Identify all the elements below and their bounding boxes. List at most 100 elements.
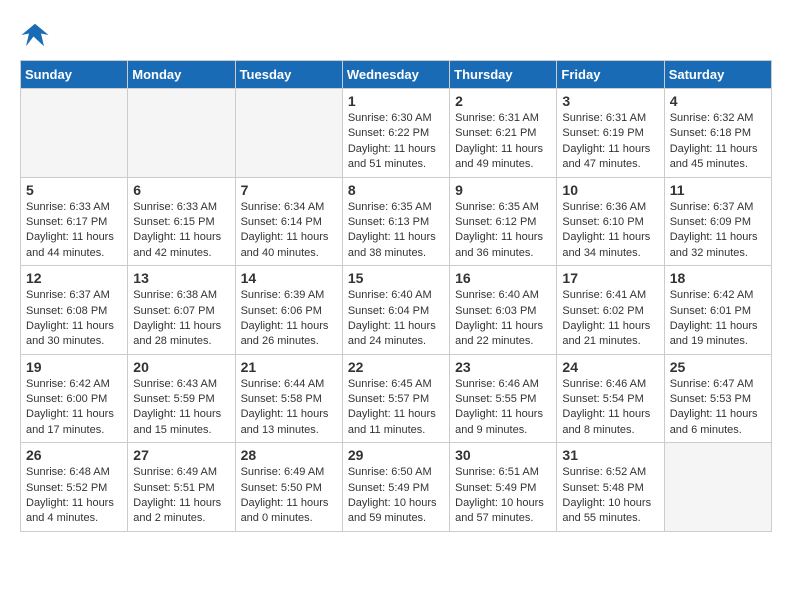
- day-number: 2: [455, 93, 551, 109]
- day-number: 19: [26, 359, 122, 375]
- day-number: 10: [562, 182, 658, 198]
- calendar-cell: [128, 89, 235, 178]
- calendar-cell: 3Sunrise: 6:31 AM Sunset: 6:19 PM Daylig…: [557, 89, 664, 178]
- day-number: 1: [348, 93, 444, 109]
- day-number: 25: [670, 359, 766, 375]
- calendar-cell: 1 Sunrise: 6:30 AM Sunset: 6:22 PM Daylig…: [342, 89, 449, 178]
- calendar-cell: 31Sunrise: 6:52 AM Sunset: 5:48 PM Dayli…: [557, 443, 664, 532]
- day-info: Sunrise: 6:52 AM Sunset: 5:48 PM Dayligh…: [562, 465, 658, 527]
- day-number: 6: [133, 182, 229, 198]
- day-number: 16: [455, 270, 551, 286]
- day-number: 9: [455, 182, 551, 198]
- calendar-cell: 4 Sunrise: 6:32 AM Sunset: 6:18 PM Daylig…: [664, 89, 771, 178]
- calendar-cell: 9 Sunrise: 6:35 AM Sunset: 6:12 PM Daylig…: [450, 177, 557, 266]
- calendar-cell: 15 Sunrise: 6:40 AM Sunset: 6:04 PM Dayli…: [342, 266, 449, 355]
- day-info: Sunrise: 6:37 AM Sunset: 6:09 PM Dayligh…: [670, 200, 766, 262]
- calendar-cell: 22 Sunrise: 6:45 AM Sunset: 5:57 PM Dayli…: [342, 354, 449, 443]
- day-number: 26: [26, 447, 122, 463]
- calendar-week-row: 12Sunrise: 6:37 AM Sunset: 6:08 PM Dayli…: [21, 266, 772, 355]
- calendar-cell: 16 Sunrise: 6:40 AM Sunset: 6:03 PM Dayli…: [450, 266, 557, 355]
- calendar-cell: [21, 89, 128, 178]
- weekday-header-row: SundayMondayTuesdayWednesdayThursdayFrid…: [21, 61, 772, 89]
- day-info: Sunrise: 6:45 AM Sunset: 5:57 PM Dayligh…: [348, 377, 444, 439]
- calendar-cell: 6 Sunrise: 6:33 AM Sunset: 6:15 PM Daylig…: [128, 177, 235, 266]
- day-number: 28: [241, 447, 337, 463]
- day-info: Sunrise: 6:46 AM Sunset: 5:54 PM Dayligh…: [562, 377, 658, 439]
- day-info: Sunrise: 6:44 AM Sunset: 5:58 PM Dayligh…: [241, 377, 337, 439]
- day-number: 4: [670, 93, 766, 109]
- day-info: Sunrise: 6:30 AM Sunset: 6:22 PM Dayligh…: [348, 111, 444, 173]
- day-number: 27: [133, 447, 229, 463]
- day-info: Sunrise: 6:40 AM Sunset: 6:03 PM Dayligh…: [455, 288, 551, 350]
- day-number: 24: [562, 359, 658, 375]
- calendar-cell: 8 Sunrise: 6:35 AM Sunset: 6:13 PM Daylig…: [342, 177, 449, 266]
- day-info: Sunrise: 6:38 AM Sunset: 6:07 PM Dayligh…: [133, 288, 229, 350]
- page-header: [20, 20, 772, 50]
- day-info: Sunrise: 6:46 AM Sunset: 5:55 PM Dayligh…: [455, 377, 551, 439]
- calendar-cell: 13 Sunrise: 6:38 AM Sunset: 6:07 PM Dayli…: [128, 266, 235, 355]
- weekday-header: Wednesday: [342, 61, 449, 89]
- day-info: Sunrise: 6:41 AM Sunset: 6:02 PM Dayligh…: [562, 288, 658, 350]
- day-number: 12: [26, 270, 122, 286]
- day-info: Sunrise: 6:40 AM Sunset: 6:04 PM Dayligh…: [348, 288, 444, 350]
- day-info: Sunrise: 6:39 AM Sunset: 6:06 PM Dayligh…: [241, 288, 337, 350]
- day-info: Sunrise: 6:49 AM Sunset: 5:51 PM Dayligh…: [133, 465, 229, 527]
- calendar-cell: 25 Sunrise: 6:47 AM Sunset: 5:53 PM Dayli…: [664, 354, 771, 443]
- day-info: Sunrise: 6:31 AM Sunset: 6:19 PM Dayligh…: [562, 111, 658, 173]
- calendar-cell: 17Sunrise: 6:41 AM Sunset: 6:02 PM Dayli…: [557, 266, 664, 355]
- weekday-header: Tuesday: [235, 61, 342, 89]
- calendar-cell: 11 Sunrise: 6:37 AM Sunset: 6:09 PM Dayli…: [664, 177, 771, 266]
- day-info: Sunrise: 6:33 AM Sunset: 6:15 PM Dayligh…: [133, 200, 229, 262]
- calendar-cell: [235, 89, 342, 178]
- day-number: 5: [26, 182, 122, 198]
- day-number: 11: [670, 182, 766, 198]
- day-info: Sunrise: 6:47 AM Sunset: 5:53 PM Dayligh…: [670, 377, 766, 439]
- calendar-cell: 21Sunrise: 6:44 AM Sunset: 5:58 PM Dayli…: [235, 354, 342, 443]
- calendar-cell: 23 Sunrise: 6:46 AM Sunset: 5:55 PM Dayli…: [450, 354, 557, 443]
- weekday-header: Saturday: [664, 61, 771, 89]
- day-info: Sunrise: 6:50 AM Sunset: 5:49 PM Dayligh…: [348, 465, 444, 527]
- day-info: Sunrise: 6:31 AM Sunset: 6:21 PM Dayligh…: [455, 111, 551, 173]
- calendar-cell: 28Sunrise: 6:49 AM Sunset: 5:50 PM Dayli…: [235, 443, 342, 532]
- weekday-header: Friday: [557, 61, 664, 89]
- day-info: Sunrise: 6:35 AM Sunset: 6:13 PM Dayligh…: [348, 200, 444, 262]
- day-info: Sunrise: 6:42 AM Sunset: 6:00 PM Dayligh…: [26, 377, 122, 439]
- calendar-cell: 5 Sunrise: 6:33 AM Sunset: 6:17 PM Daylig…: [21, 177, 128, 266]
- day-number: 22: [348, 359, 444, 375]
- day-number: 29: [348, 447, 444, 463]
- day-info: Sunrise: 6:32 AM Sunset: 6:18 PM Dayligh…: [670, 111, 766, 173]
- day-info: Sunrise: 6:43 AM Sunset: 5:59 PM Dayligh…: [133, 377, 229, 439]
- calendar-cell: 29 Sunrise: 6:50 AM Sunset: 5:49 PM Dayli…: [342, 443, 449, 532]
- day-info: Sunrise: 6:42 AM Sunset: 6:01 PM Dayligh…: [670, 288, 766, 350]
- calendar-cell: 10 Sunrise: 6:36 AM Sunset: 6:10 PM Dayli…: [557, 177, 664, 266]
- day-number: 7: [241, 182, 337, 198]
- weekday-header: Monday: [128, 61, 235, 89]
- calendar-cell: 27 Sunrise: 6:49 AM Sunset: 5:51 PM Dayli…: [128, 443, 235, 532]
- day-number: 15: [348, 270, 444, 286]
- day-info: Sunrise: 6:33 AM Sunset: 6:17 PM Dayligh…: [26, 200, 122, 262]
- logo-icon: [20, 20, 50, 50]
- weekday-header: Sunday: [21, 61, 128, 89]
- calendar-week-row: 26 Sunrise: 6:48 AM Sunset: 5:52 PM Dayli…: [21, 443, 772, 532]
- day-number: 14: [241, 270, 337, 286]
- day-number: 13: [133, 270, 229, 286]
- day-info: Sunrise: 6:34 AM Sunset: 6:14 PM Dayligh…: [241, 200, 337, 262]
- calendar-cell: 24 Sunrise: 6:46 AM Sunset: 5:54 PM Dayli…: [557, 354, 664, 443]
- day-number: 23: [455, 359, 551, 375]
- day-info: Sunrise: 6:35 AM Sunset: 6:12 PM Dayligh…: [455, 200, 551, 262]
- calendar-cell: 14 Sunrise: 6:39 AM Sunset: 6:06 PM Dayli…: [235, 266, 342, 355]
- calendar-cell: 7 Sunrise: 6:34 AM Sunset: 6:14 PM Daylig…: [235, 177, 342, 266]
- day-info: Sunrise: 6:36 AM Sunset: 6:10 PM Dayligh…: [562, 200, 658, 262]
- calendar-table: SundayMondayTuesdayWednesdayThursdayFrid…: [20, 60, 772, 532]
- day-number: 30: [455, 447, 551, 463]
- calendar-cell: [664, 443, 771, 532]
- weekday-header: Thursday: [450, 61, 557, 89]
- calendar-cell: 30 Sunrise: 6:51 AM Sunset: 5:49 PM Dayli…: [450, 443, 557, 532]
- calendar-cell: 20Sunrise: 6:43 AM Sunset: 5:59 PM Dayli…: [128, 354, 235, 443]
- day-number: 18: [670, 270, 766, 286]
- day-info: Sunrise: 6:48 AM Sunset: 5:52 PM Dayligh…: [26, 465, 122, 527]
- day-info: Sunrise: 6:51 AM Sunset: 5:49 PM Dayligh…: [455, 465, 551, 527]
- calendar-cell: 12Sunrise: 6:37 AM Sunset: 6:08 PM Dayli…: [21, 266, 128, 355]
- calendar-week-row: 1 Sunrise: 6:30 AM Sunset: 6:22 PM Daylig…: [21, 89, 772, 178]
- day-number: 8: [348, 182, 444, 198]
